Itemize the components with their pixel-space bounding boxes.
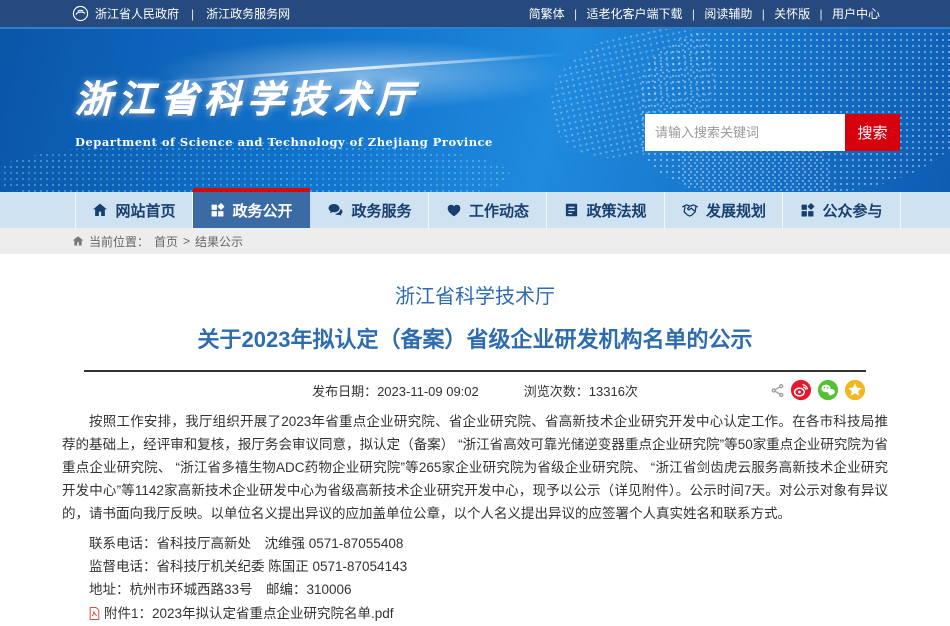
nav-item-gov-disclosure[interactable]: 政务公开 — [193, 192, 311, 228]
share-bar — [770, 379, 866, 401]
publish-date: 发布日期：2023-11-09 09:02 — [312, 381, 479, 400]
divider: | — [574, 7, 577, 21]
document-icon — [564, 202, 579, 218]
publish-date-value: 2023-11-09 09:02 — [377, 384, 479, 399]
address-line: 地址：杭州市环城西路33号 邮编：310006 — [62, 578, 888, 601]
breadcrumb-current[interactable]: 结果公示 — [195, 233, 243, 250]
view-count: 浏览次数：13316次 — [524, 381, 638, 400]
attachment-label: 附件1：2023年拟认定省重点企业研究院名单.pdf — [104, 603, 394, 624]
site-logo: 浙江省科学技术厅 Department of Science and Techn… — [75, 69, 493, 149]
breadcrumb: 当前位置： 首页 > 结果公示 — [0, 228, 950, 254]
nav-item-home[interactable]: 网站首页 — [75, 192, 193, 228]
attachment-list: 附件1：2023年拟认定省重点企业研究院名单.pdf 附件2：2023年拟认定省… — [62, 603, 888, 626]
site-banner: 浙江省科学技术厅 Department of Science and Techn… — [0, 27, 950, 192]
site-title-cn: 浙江省科学技术厅 — [75, 69, 493, 123]
publish-date-label: 发布日期： — [312, 384, 377, 399]
view-count-value: 13316次 — [589, 384, 638, 399]
nav-label: 发展规划 — [706, 200, 766, 221]
divider: | — [762, 7, 765, 21]
link-elderly-client-download[interactable]: 适老化客户端下载 — [587, 7, 683, 21]
article-meta: 发布日期：2023-11-09 09:02 浏览次数：13316次 — [62, 372, 888, 406]
article: 浙江省科学技术厅 关于2023年拟认定（备案）省级企业研发机构名单的公示 发布日… — [0, 280, 950, 626]
site-title-en: Department of Science and Technology of … — [75, 135, 493, 149]
contact-phone-line: 联系电话：省科技厅高新处 沈维强 0571-87055408 — [62, 532, 888, 555]
link-user-center[interactable]: 用户中心 — [832, 7, 880, 21]
site-search: 搜索 — [645, 114, 900, 151]
qzone-share-icon[interactable] — [844, 379, 866, 401]
top-utility-bar: 浙江省人民政府 | 浙江政务服务网 简繁体 | 适老化客户端下载 | 阅读辅助 … — [0, 0, 950, 27]
open-gov-icon — [210, 203, 225, 218]
breadcrumb-home-link[interactable]: 首页 — [154, 233, 178, 250]
view-count-label: 浏览次数： — [524, 384, 589, 399]
nav-label: 政策法规 — [586, 200, 646, 221]
nav-item-work-news[interactable]: 工作动态 — [429, 192, 547, 228]
home-icon — [92, 202, 108, 218]
attachment-link-1[interactable]: 附件1：2023年拟认定省重点企业研究院名单.pdf — [62, 603, 888, 624]
participation-icon — [800, 203, 815, 218]
nav-item-gov-services[interactable]: 政务服务 — [311, 192, 429, 228]
nav-label: 工作动态 — [469, 200, 529, 221]
link-zhejiang-service-net[interactable]: 浙江政务服务网 — [206, 5, 290, 22]
nav-label: 公众参与 — [822, 200, 882, 221]
search-button[interactable]: 搜索 — [845, 114, 900, 151]
divider: | — [191, 7, 194, 21]
link-care-version[interactable]: 关怀版 — [774, 7, 810, 21]
zhejiang-gov-logo-icon — [72, 5, 89, 22]
service-bubbles-icon — [327, 202, 344, 218]
page: 浙江省人民政府 | 浙江政务服务网 简繁体 | 适老化客户端下载 | 阅读辅助 … — [0, 0, 950, 626]
contact-block: 联系电话：省科技厅高新处 沈维强 0571-87055408 监督电话：省科技厅… — [62, 532, 888, 601]
nav-item-development-plans[interactable]: 发展规划 — [665, 192, 783, 228]
wechat-share-icon[interactable] — [817, 379, 839, 401]
nav-label: 政务公开 — [232, 200, 292, 221]
supervision-phone-line: 监督电话：省科技厅机关纪委 陈国正 0571-87054143 — [62, 555, 888, 578]
nav-item-public-participation[interactable]: 公众参与 — [783, 192, 901, 228]
share-icon[interactable] — [770, 383, 785, 398]
nav-item-policies[interactable]: 政策法规 — [547, 192, 665, 228]
weibo-share-icon[interactable] — [790, 379, 812, 401]
link-simplified-traditional[interactable]: 简繁体 — [529, 7, 565, 21]
nav-label: 政务服务 — [351, 200, 411, 221]
body-paragraph: 按照工作安排，我厅组织开展了2023年省重点企业研究院、省企业研究院、省高新技术… — [62, 410, 888, 525]
primary-nav: 网站首页 政务公开 政务服务 工作动态 政策法规 发展规划 公众参与 — [0, 192, 950, 228]
link-reading-assist[interactable]: 阅读辅助 — [704, 7, 752, 21]
article-title-line2: 关于2023年拟认定（备案）省级企业研发机构名单的公示 — [62, 322, 888, 354]
article-title-line1: 浙江省科学技术厅 — [62, 280, 888, 309]
breadcrumb-prefix: 当前位置： — [89, 233, 149, 250]
nav-label: 网站首页 — [115, 200, 175, 221]
article-body: 按照工作安排，我厅组织开展了2023年省重点企业研究院、省企业研究院、省高新技术… — [62, 410, 888, 626]
handshake-icon — [681, 202, 699, 218]
divider: | — [692, 7, 695, 21]
divider: | — [820, 7, 823, 21]
breadcrumb-separator: > — [183, 234, 190, 248]
pdf-icon — [89, 607, 100, 620]
heart-icon — [446, 202, 462, 218]
link-zhejiang-gov[interactable]: 浙江省人民政府 — [95, 5, 179, 22]
search-input[interactable] — [645, 114, 845, 151]
home-small-icon — [72, 235, 84, 247]
